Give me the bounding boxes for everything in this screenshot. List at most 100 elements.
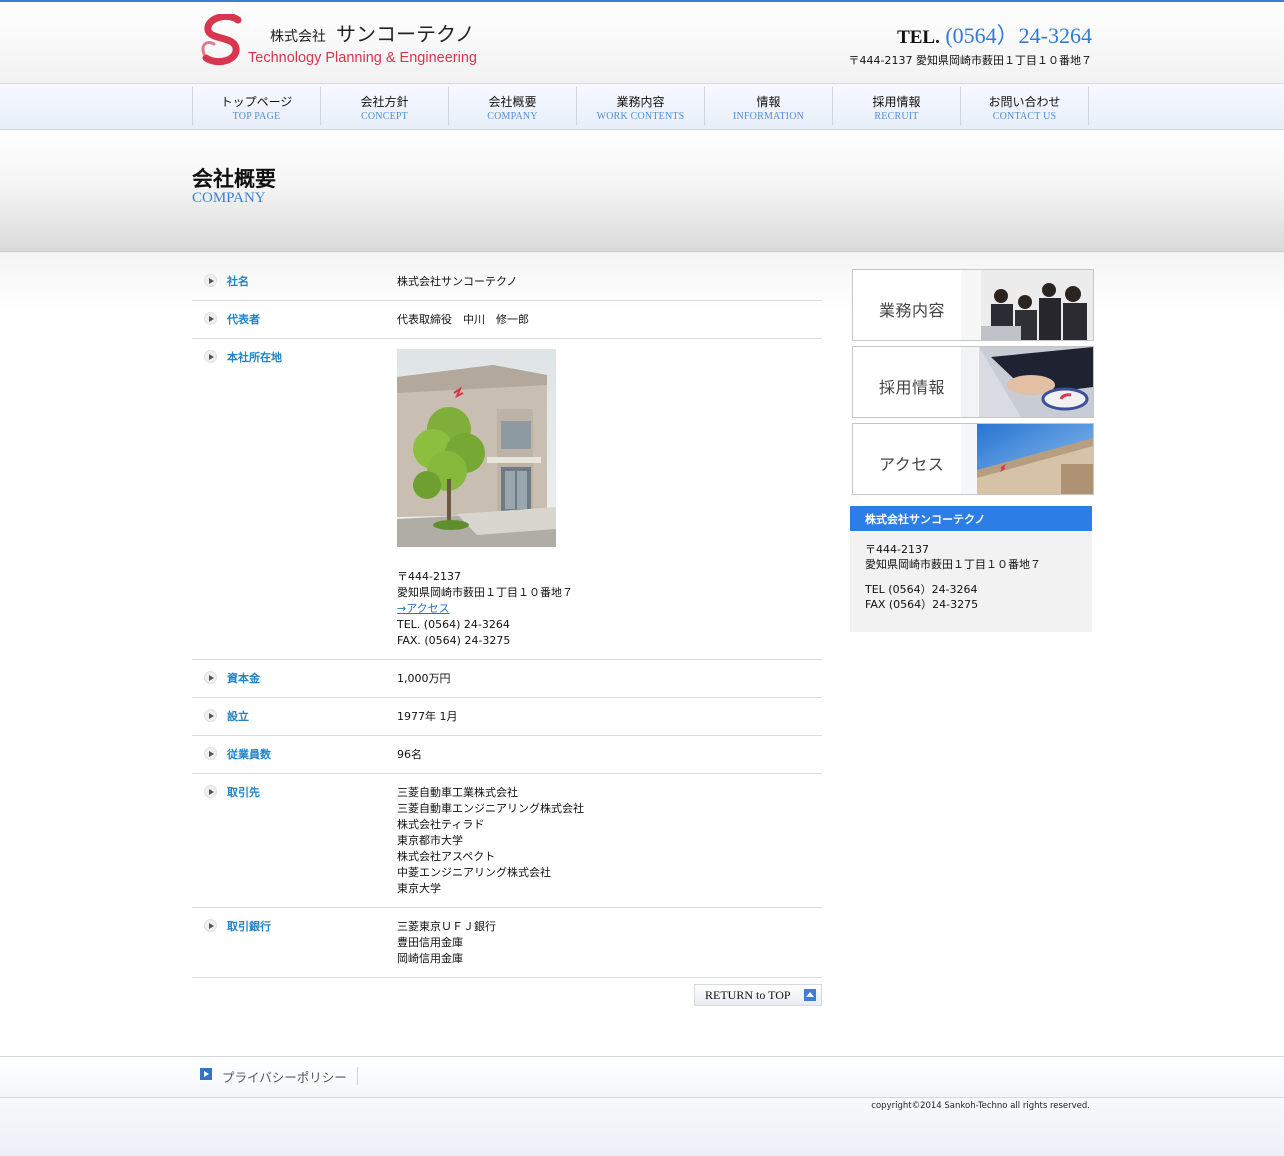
company-logo[interactable]: 株式会社 サンコーテクノ Technology Planning & Engine… [200,14,500,70]
row-label-text: 代表者 [227,313,260,326]
nav-item-work-contents[interactable]: 業務内容 WORK CONTENTS [577,87,705,125]
nav-label-ja: トップページ [220,95,293,109]
table-row: 従業員数 96名 [192,736,822,774]
row-label: 取引銀行 [192,919,397,967]
row-value: 代表取締役 中川 修一郎 [397,312,822,328]
row-label-text: 本社所在地 [227,351,282,364]
value-line: 岡崎信用金庫 [397,952,463,965]
page-subtitle: COMPANY [192,190,266,206]
building-image [961,424,1093,494]
row-label: 従業員数 [192,747,397,763]
row-label: 社名 [192,274,397,290]
value-line: 豊田信用金庫 [397,936,463,949]
row-label: 資本金 [192,671,397,687]
row-label: 設立 [192,709,397,725]
arrow-bullet-icon [204,671,217,684]
access-link[interactable]: →アクセス [397,602,450,615]
nav-label-en: WORK CONTENTS [596,111,685,122]
nav-label-en: CONCEPT [361,111,408,122]
logo-tagline: Technology Planning & Engineering [248,50,477,66]
handshake-image [961,347,1093,417]
nav-label-en: INFORMATION [732,111,805,122]
copyright-text: copyright©2014 Sankoh-Techno all rights … [871,1101,1090,1111]
nav-item-contact-us[interactable]: お問い合わせ CONTACT US [961,87,1089,125]
table-row: 設立 1977年 1月 [192,698,822,736]
banner-work-contents[interactable]: 業務内容 [852,269,1094,341]
row-value: 株式会社サンコーテクノ [397,274,822,290]
arrow-bullet-icon [204,785,217,798]
site-header: 株式会社 サンコーテクノ Technology Planning & Engine… [0,2,1284,84]
hq-address: 愛知県岡崎市薮田１丁目１０番地７ [397,586,573,599]
nav-label-ja: お問い合わせ [988,95,1061,109]
value-line: 96名 [397,748,422,761]
table-row: 資本金 1,000万円 [192,660,822,698]
row-value: 三菱東京ＵＦＪ銀行 豊田信用金庫 岡崎信用金庫 [397,919,822,967]
value-line: 三菱東京ＵＦＪ銀行 [397,920,496,933]
banner-label: 業務内容 [879,301,946,320]
company-info-table: 社名 株式会社サンコーテクノ 代表者 代表取締役 中川 修一郎 本社所在地 〒4… [192,263,822,978]
info-postal: 〒444-2137 [865,543,929,556]
nav-item-recruit[interactable]: 採用情報 RECRUIT [833,87,961,125]
row-label-text: 取引銀行 [227,920,271,933]
nav-item-company[interactable]: 会社概要 COMPANY [449,87,577,125]
value-line: 東京大学 [397,882,441,895]
banner-recruit[interactable]: 採用情報 [852,346,1094,418]
table-row: 本社所在地 〒444-2137 愛知県岡崎市薮田１丁目１０番地７ →アクセス T… [192,339,822,660]
value-line: 株式会社サンコーテクノ [397,275,518,288]
nav-label-en: CONTACT US [992,111,1057,122]
arrow-up-icon [804,989,816,1001]
hq-postal: 〒444-2137 [397,570,461,583]
arrow-bullet-icon [204,747,217,760]
row-value: 1,000万円 [397,671,822,687]
nav-item-information[interactable]: 情報 INFORMATION [705,87,833,125]
footer-copyright-area: copyright©2014 Sankoh-Techno all rights … [0,1098,1284,1156]
table-row: 代表者 代表取締役 中川 修一郎 [192,301,822,339]
header-contact: TEL. (0564）24-3264 〒444-2137 愛知県岡崎市薮田１丁目… [849,18,1092,68]
row-value: 〒444-2137 愛知県岡崎市薮田１丁目１０番地７ →アクセス TEL. (0… [397,349,822,649]
row-label-text: 設立 [227,710,249,723]
value-line: 三菱自動車エンジニアリング株式会社 [397,802,584,815]
hq-fax: FAX. (0564) 24-3275 [397,634,511,647]
nav-label-en: COMPANY [487,111,538,122]
row-value: 三菱自動車工業株式会社 三菱自動車エンジニアリング株式会社 株式会社ティラド 東… [397,785,822,897]
info-tel: TEL (0564）24-3264 [865,583,978,596]
privacy-policy-link[interactable]: プライバシーポリシー [200,1067,358,1085]
nav-item-top-page[interactable]: トップページ TOP PAGE [193,87,321,125]
logo-company-name: 株式会社 サンコーテクノ [270,18,475,47]
arrow-bullet-icon [204,274,217,287]
nav-label-ja: 情報 [756,95,781,109]
row-label-text: 資本金 [227,672,260,685]
table-row: 取引先 三菱自動車工業株式会社 三菱自動車エンジニアリング株式会社 株式会社ティ… [192,774,822,908]
banner-access[interactable]: アクセス [852,423,1094,495]
global-nav: トップページ TOP PAGE 会社方針 CONCEPT 会社概要 COMPAN… [0,84,1284,130]
value-line: 三菱自動車工業株式会社 [397,786,518,799]
arrow-bullet-icon [204,919,217,932]
nav-label-en: RECRUIT [874,111,919,122]
tel-number: (0564）24-3264 [945,23,1092,48]
tel-label: TEL. [897,27,940,48]
arrow-bullet-icon [204,709,217,722]
row-label-text: 社名 [227,275,249,288]
nav-item-concept[interactable]: 会社方針 CONCEPT [321,87,449,125]
row-value: 96名 [397,747,822,763]
header-tel: TEL. (0564）24-3264 [849,18,1092,50]
value-line: 1,000万円 [397,672,451,685]
nav-label-ja: 会社方針 [360,95,409,109]
info-fax: FAX (0564）24-3275 [865,598,979,611]
info-box-heading: 株式会社サンコーテクノ [850,506,1092,531]
nav-label-ja: 業務内容 [616,95,665,109]
header-address: 〒444-2137 愛知県岡崎市薮田１丁目１０番地７ [848,54,1092,67]
headquarters-photo [397,349,556,547]
return-to-top-button[interactable]: RETURN to TOP [694,984,822,1006]
company-info-box: 株式会社サンコーテクノ 〒444-2137 愛知県岡崎市薮田１丁目１０番地７ T… [850,506,1092,632]
sidebar: 業務内容 採用情報 アクセス [852,269,1094,500]
privacy-label: プライバシーポリシー [222,1070,347,1085]
logo-prefix: 株式会社 [270,29,326,45]
arrow-right-icon [200,1068,212,1080]
row-label-text: 取引先 [227,786,260,799]
value-line: 東京都市大学 [397,834,463,847]
return-label: RETURN to TOP [705,988,791,1002]
logo-name: サンコーテクノ [336,22,475,46]
value-line: 中菱エンジニアリング株式会社 [397,866,551,879]
nav-label-ja: 採用情報 [872,95,921,109]
